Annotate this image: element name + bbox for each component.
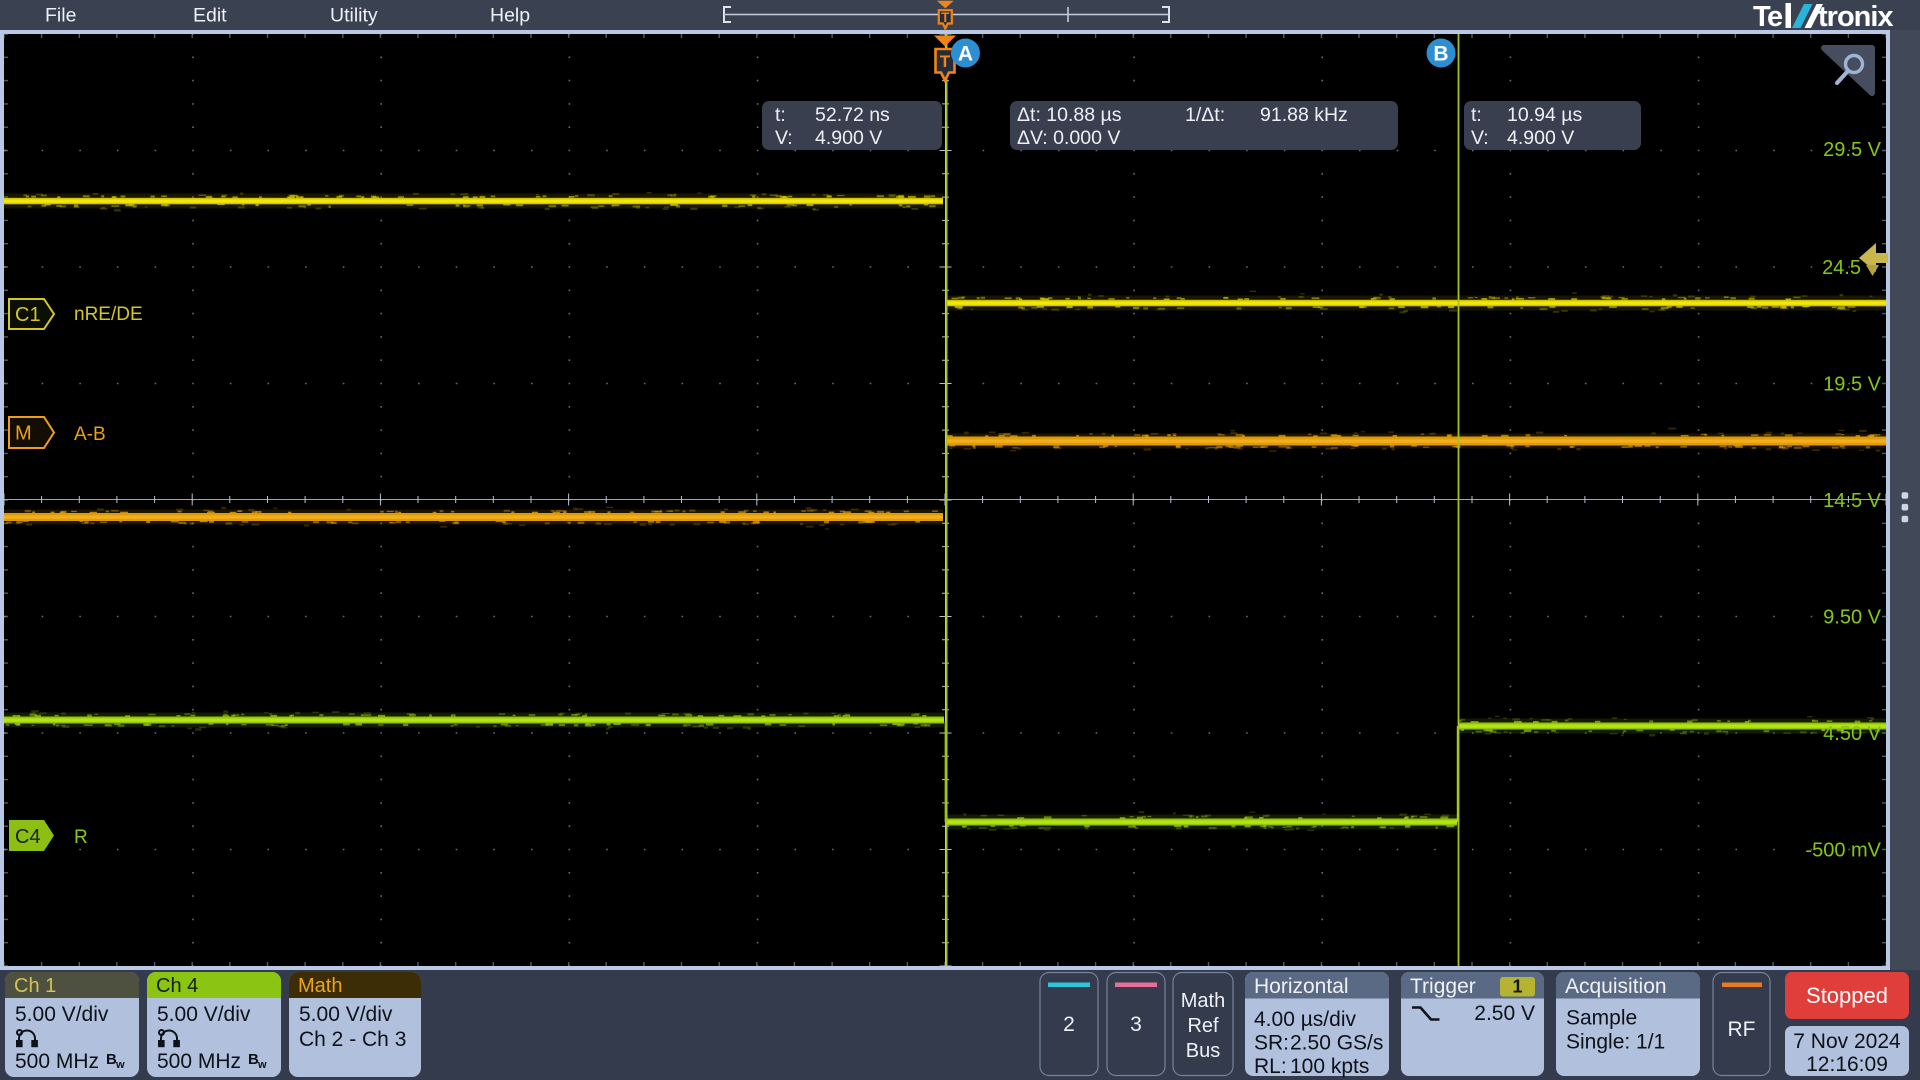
svg-text:Math: Math — [298, 975, 342, 997]
svg-text:Acquisition: Acquisition — [1565, 975, 1667, 998]
svg-text:24.5: 24.5 — [1822, 257, 1861, 279]
svg-text:T: T — [940, 52, 951, 71]
svg-text:100 kpts: 100 kpts — [1290, 1055, 1369, 1078]
svg-text:A-B: A-B — [74, 424, 106, 445]
svg-text:Ch 1: Ch 1 — [14, 975, 56, 997]
svg-text:Δt: 10.88 µs: Δt: 10.88 µs — [1017, 104, 1122, 126]
svg-text:t:: t: — [775, 104, 786, 126]
svg-text:tronix: tronix — [1818, 1, 1893, 33]
svg-text:RL:: RL: — [1254, 1055, 1287, 1078]
svg-text:t:: t: — [1471, 104, 1482, 126]
svg-text:5.00 V/div: 5.00 V/div — [299, 1003, 393, 1026]
svg-text:T: T — [941, 10, 950, 25]
svg-text:4.900 V: 4.900 V — [815, 127, 882, 149]
svg-text:-500 mV: -500 mV — [1805, 840, 1881, 862]
svg-text:w: w — [115, 1059, 125, 1071]
svg-text:Utility: Utility — [330, 5, 378, 27]
svg-text:9.50 V: 9.50 V — [1823, 607, 1881, 629]
svg-text:5.00 V/div: 5.00 V/div — [15, 1003, 109, 1026]
svg-text:5.00 V/div: 5.00 V/div — [157, 1003, 251, 1026]
svg-text:52.72 ns: 52.72 ns — [815, 104, 890, 126]
svg-text:ΔV: 0.000 V: ΔV: 0.000 V — [1017, 127, 1120, 149]
svg-text:Trigger: Trigger — [1410, 975, 1476, 998]
svg-text:A: A — [958, 43, 973, 66]
svg-text:Help: Help — [490, 5, 530, 27]
svg-text:Horizontal: Horizontal — [1254, 975, 1349, 998]
svg-text:1/Δt:: 1/Δt: — [1185, 104, 1225, 126]
svg-text:Bus: Bus — [1186, 1040, 1220, 1062]
svg-text:nRE/DE: nRE/DE — [74, 304, 143, 325]
svg-text:V:: V: — [1471, 127, 1489, 149]
svg-text:4.00 µs/div: 4.00 µs/div — [1254, 1008, 1356, 1031]
svg-text:RF: RF — [1728, 1018, 1756, 1041]
svg-text:2: 2 — [1063, 1013, 1075, 1036]
svg-text:Te: Te — [1753, 1, 1783, 33]
svg-text:M: M — [15, 423, 32, 445]
svg-text:91.88 kHz: 91.88 kHz — [1260, 104, 1348, 126]
svg-text:7 Nov 2024: 7 Nov 2024 — [1793, 1030, 1901, 1053]
svg-text:Ch 4: Ch 4 — [156, 975, 198, 997]
svg-text:29.5 V: 29.5 V — [1823, 139, 1881, 161]
svg-text:SR:: SR: — [1254, 1032, 1289, 1055]
svg-text:2.50 V: 2.50 V — [1474, 1002, 1535, 1025]
svg-text:File: File — [45, 5, 76, 27]
svg-text:C1: C1 — [15, 304, 41, 326]
svg-text:4.50 V: 4.50 V — [1823, 723, 1881, 745]
svg-text:14.5 V: 14.5 V — [1823, 490, 1881, 512]
svg-text:V:: V: — [775, 127, 793, 149]
svg-text:Ref: Ref — [1187, 1015, 1219, 1037]
svg-text:Sample: Sample — [1566, 1007, 1637, 1030]
svg-text:Stopped: Stopped — [1806, 983, 1888, 1008]
svg-text:R: R — [74, 827, 88, 848]
svg-text:4.900 V: 4.900 V — [1507, 127, 1574, 149]
svg-text:Ch 2 - Ch 3: Ch 2 - Ch 3 — [299, 1028, 406, 1051]
svg-text:2.50 GS/s: 2.50 GS/s — [1290, 1032, 1383, 1055]
svg-text:12:16:09: 12:16:09 — [1806, 1053, 1888, 1076]
svg-text:Edit: Edit — [193, 5, 227, 27]
svg-text:19.5 V: 19.5 V — [1823, 374, 1881, 396]
svg-text:3: 3 — [1130, 1013, 1142, 1036]
svg-text:Math: Math — [1181, 990, 1225, 1012]
svg-text:B: B — [1433, 43, 1448, 66]
svg-text:1: 1 — [1512, 977, 1522, 997]
svg-text:Single: 1/1: Single: 1/1 — [1566, 1031, 1665, 1054]
svg-text:10.94 µs: 10.94 µs — [1507, 104, 1582, 126]
svg-text:500 MHz: 500 MHz — [157, 1050, 241, 1073]
svg-text:500 MHz: 500 MHz — [15, 1050, 99, 1073]
svg-text:w: w — [257, 1059, 267, 1071]
svg-text:C4: C4 — [15, 826, 41, 848]
